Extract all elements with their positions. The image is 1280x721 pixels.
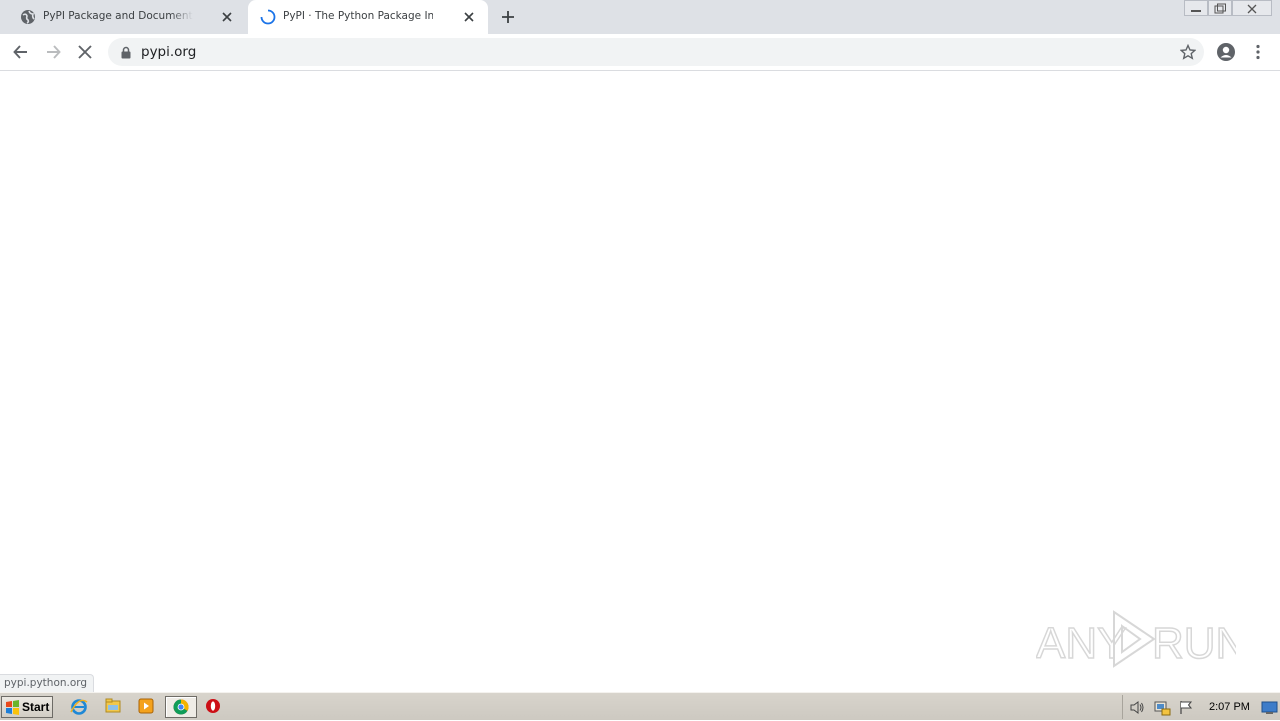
- tab-pypi-index[interactable]: PyPI · The Python Package Index: [248, 0, 488, 34]
- browser-chrome: PyPI Package and Documentation St PyPI ·…: [0, 0, 1280, 72]
- taskbar-ie[interactable]: [67, 696, 93, 718]
- status-bubble: pypi.python.org: [0, 674, 95, 692]
- page-content-area: [0, 72, 1280, 692]
- restore-button[interactable]: [1208, 0, 1232, 16]
- tab-close-icon[interactable]: [462, 10, 476, 24]
- tab-strip: PyPI Package and Documentation St PyPI ·…: [0, 0, 1280, 34]
- browser-toolbar: pypi.org: [0, 34, 1280, 71]
- ie-icon: [70, 699, 88, 715]
- minimize-icon: [1191, 10, 1201, 12]
- opera-icon: [206, 699, 220, 713]
- start-label: Start: [22, 700, 50, 714]
- show-desktop-icon[interactable]: [1261, 700, 1278, 715]
- chrome-icon: [173, 699, 189, 715]
- action-center-flag-icon[interactable]: [1178, 700, 1194, 715]
- taskbar-clock[interactable]: 2:07 PM: [1209, 701, 1250, 713]
- start-button[interactable]: Start: [1, 696, 53, 718]
- kebab-menu-icon[interactable]: [1248, 42, 1268, 62]
- arrow-left-icon[interactable]: [11, 42, 31, 62]
- tab-title: PyPI · The Python Package Index: [283, 10, 433, 22]
- windows-taskbar: Start 2:07 PM: [0, 692, 1280, 720]
- speaker-icon[interactable]: [1129, 700, 1145, 715]
- url-text[interactable]: pypi.org: [141, 44, 196, 60]
- close-icon: [1247, 4, 1257, 14]
- address-bar[interactable]: pypi.org: [108, 38, 1204, 66]
- tab-close-icon[interactable]: [220, 10, 234, 24]
- taskbar-explorer[interactable]: [101, 696, 127, 718]
- account-circle-icon[interactable]: [1216, 42, 1236, 62]
- system-tray: 2:07 PM: [1122, 695, 1280, 719]
- tab-title: PyPI Package and Documentation St: [43, 10, 193, 22]
- minimize-button[interactable]: [1184, 0, 1208, 16]
- network-icon[interactable]: [1153, 699, 1171, 716]
- stop-x-icon[interactable]: [75, 42, 95, 62]
- tab-pypi-stats[interactable]: PyPI Package and Documentation St: [8, 0, 246, 34]
- star-outline-icon[interactable]: [1180, 44, 1196, 60]
- anyrun-watermark: ANY RUN: [1036, 610, 1236, 669]
- explorer-folder-icon: [105, 698, 121, 713]
- watermark-text-right: RUN: [1152, 619, 1236, 668]
- media-player-icon: [138, 698, 154, 714]
- globe-icon: [21, 10, 35, 24]
- plus-icon[interactable]: [500, 9, 516, 25]
- window-close-button[interactable]: [1232, 0, 1272, 16]
- lock-icon: [121, 46, 131, 59]
- taskbar-chrome[interactable]: [165, 696, 197, 718]
- windows-logo-icon: [6, 700, 19, 715]
- taskbar-opera[interactable]: [201, 696, 227, 718]
- watermark-text-left: ANY: [1036, 619, 1126, 668]
- arrow-right-icon[interactable]: [43, 42, 63, 62]
- taskbar-media-player[interactable]: [134, 696, 160, 718]
- loading-spinner-icon: [260, 9, 276, 25]
- restore-icon: [1214, 3, 1226, 14]
